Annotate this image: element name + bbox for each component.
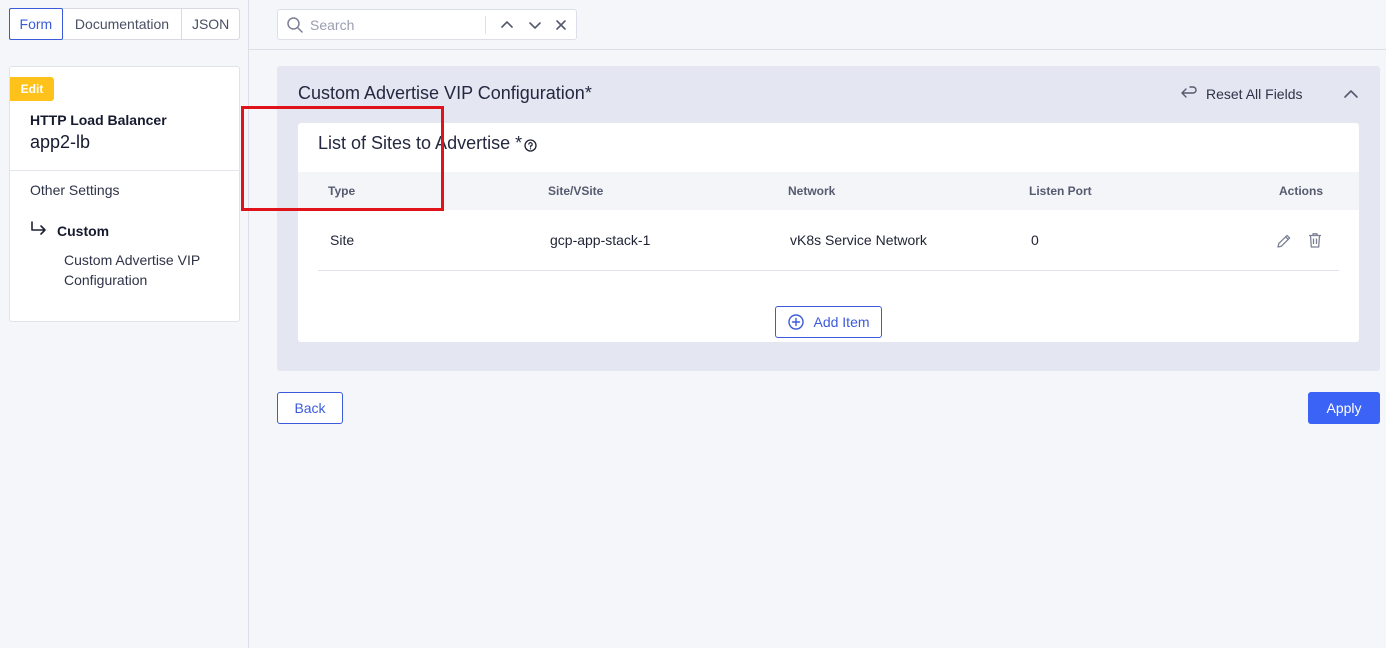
search-input[interactable]	[310, 14, 480, 36]
return-arrow-icon	[31, 221, 46, 235]
search-clear-button[interactable]	[551, 15, 571, 35]
object-name: app2-lb	[30, 132, 91, 152]
edit-pencil-icon[interactable]	[1275, 232, 1293, 250]
nav-item-other-settings[interactable]: Other Settings	[30, 182, 120, 198]
back-button[interactable]: Back	[277, 392, 343, 424]
tab-documentation[interactable]: Documentation	[63, 9, 183, 39]
plus-circle-icon	[788, 314, 805, 330]
cell-listen-port: 0	[1031, 232, 1039, 248]
cell-site: gcp-app-stack-1	[550, 232, 651, 248]
undo-icon	[1181, 86, 1197, 98]
cell-network: vK8s Service Network	[790, 232, 927, 248]
left-panel: Form Documentation JSON Edit HTTP Load B…	[0, 0, 249, 648]
sites-list-panel: List of Sites to Advertise * Type Site/V…	[298, 123, 1359, 342]
column-header-actions: Actions	[1279, 184, 1324, 198]
app-root: Form Documentation JSON Edit HTTP Load B…	[0, 0, 1386, 648]
card-divider	[10, 170, 239, 171]
nav-item-custom-advertise-vip[interactable]: Custom Advertise VIP Configuration	[64, 250, 224, 290]
column-header-network: Network	[788, 184, 836, 198]
column-header-site: Site/VSite	[548, 184, 604, 198]
top-bar	[249, 0, 1386, 50]
search-prev-button[interactable]	[497, 15, 517, 35]
search-icon	[287, 17, 303, 33]
table-header: Type Site/VSite Network Listen Port Acti…	[298, 172, 1359, 210]
chevron-down-icon	[529, 22, 541, 29]
view-tabs: Form Documentation JSON	[9, 8, 240, 40]
apply-button[interactable]: Apply	[1308, 392, 1380, 424]
cell-type: Site	[330, 232, 355, 248]
search-box	[277, 9, 577, 40]
highlight-box	[241, 106, 444, 211]
collapse-chevron-icon[interactable]	[1341, 84, 1361, 104]
trash-icon[interactable]	[1306, 231, 1324, 249]
add-item-label: Add Item	[813, 314, 870, 330]
close-icon	[556, 20, 566, 30]
reset-all-fields-button[interactable]: Reset All Fields	[1180, 83, 1302, 105]
object-card: Edit HTTP Load Balancer app2-lb Other Se…	[9, 66, 240, 322]
column-header-listen-port: Listen Port	[1029, 184, 1092, 198]
search-next-button[interactable]	[525, 15, 545, 35]
object-type: HTTP Load Balancer	[30, 112, 167, 128]
tab-json[interactable]: JSON	[182, 9, 239, 39]
help-icon[interactable]	[524, 138, 537, 152]
tab-form[interactable]: Form	[9, 8, 63, 40]
table-row: Site gcp-app-stack-1 vK8s Service Networ…	[318, 210, 1339, 271]
nav-item-custom[interactable]: Custom	[57, 223, 109, 239]
section-title: Custom Advertise VIP Configuration*	[298, 83, 592, 103]
edit-badge: Edit	[10, 77, 54, 101]
reset-label: Reset All Fields	[1206, 86, 1303, 102]
chevron-up-icon	[501, 21, 513, 28]
add-item-button[interactable]: Add Item	[775, 306, 882, 338]
search-divider	[485, 16, 486, 34]
